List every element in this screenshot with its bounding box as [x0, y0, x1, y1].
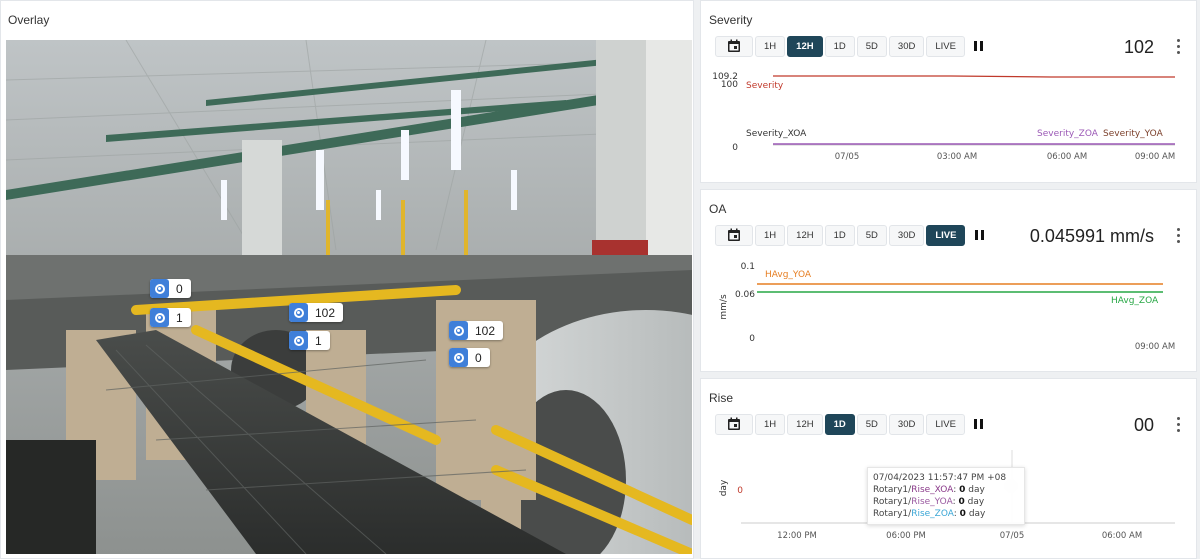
y-tick: 0	[732, 143, 738, 153]
range-12h-button[interactable]: 12H	[787, 224, 823, 246]
x-tick: 06:00 AM	[1102, 531, 1142, 541]
range-1d-button[interactable]: 1D	[824, 224, 855, 246]
factory-scene-illustration	[6, 40, 692, 554]
range-12h-button[interactable]: 12H	[787, 35, 823, 57]
y-tick: 0	[749, 334, 755, 344]
sensor-value: 1	[315, 333, 322, 348]
range-live-button[interactable]: LIVE	[926, 413, 965, 435]
severity-chart: 109.2 100 0 Severity Severity_XOA Severi…	[712, 72, 1175, 162]
tooltip-row: Rotary1/Rise_ZOA: 0 day	[873, 509, 986, 519]
range-live-button[interactable]: LIVE	[926, 224, 966, 246]
series-label-zoa: Severity_ZOA	[1037, 129, 1099, 139]
x-tick: 03:00 AM	[937, 152, 977, 162]
sensor-target-icon	[289, 303, 308, 322]
panel-title: Severity	[709, 13, 753, 27]
sensor-target-icon	[150, 279, 169, 298]
chart-tooltip: 07/04/2023 11:57:47 PM +08 Rotary1/Rise_…	[867, 467, 1025, 525]
range-30d-button[interactable]: 30D	[888, 224, 925, 246]
current-value: 102	[1123, 37, 1154, 57]
panel-title: OA	[709, 202, 727, 216]
y-tick: 100	[721, 80, 738, 90]
overlay-panel: Overlay 0 1 102 1 102 0	[0, 0, 694, 559]
rise-panel: Rise 1H 12H 1D 5D 30D LIVE 00 day 0 12:0…	[700, 378, 1197, 559]
y-axis-label: day	[719, 479, 729, 496]
overlay-title: Overlay	[8, 13, 50, 27]
sensor-value: 102	[315, 305, 336, 320]
calendar-icon	[728, 228, 740, 241]
panel-title: Rise	[709, 391, 734, 405]
pause-icon[interactable]	[971, 414, 987, 435]
y-axis-label: mm/s	[719, 294, 729, 320]
sensor-badge[interactable]: 102	[289, 303, 344, 322]
range-live-button[interactable]: LIVE	[926, 35, 965, 57]
x-tick: 09:00 AM	[1135, 342, 1175, 352]
x-tick: 06:00 AM	[1047, 152, 1087, 162]
range-5d-button[interactable]: 5D	[856, 224, 887, 246]
calendar-icon	[728, 417, 740, 430]
series-label-severity: Severity	[746, 81, 784, 91]
range-5d-button[interactable]: 5D	[856, 35, 887, 57]
x-tick: 07/05	[835, 152, 860, 162]
sensor-badge[interactable]: 1	[289, 331, 330, 350]
calendar-button[interactable]	[715, 35, 753, 57]
range-1d-button[interactable]: 1D	[824, 413, 855, 435]
time-range-toolbar: 1H 12H 1D 5D 30D LIVE	[715, 34, 987, 58]
range-5d-button[interactable]: 5D	[856, 413, 887, 435]
pause-icon[interactable]	[971, 225, 987, 246]
series-label-havg-zoa: HAvg_ZOA	[1111, 296, 1159, 306]
range-1h-button[interactable]: 1H	[755, 224, 786, 246]
calendar-icon	[728, 39, 740, 52]
sensor-target-icon	[449, 321, 468, 340]
range-12h-button[interactable]: 12H	[787, 413, 823, 435]
sensor-target-icon	[449, 348, 468, 367]
y-tick: 0.1	[741, 262, 755, 272]
sensor-value: 1	[176, 310, 183, 325]
y-tick: 0.06	[735, 290, 755, 300]
sensor-badge[interactable]: 0	[449, 348, 490, 367]
oa-chart: 0.1 0.06 0 mm/s HAvg_YOA HAvg_ZOA 09:00 …	[719, 262, 1175, 352]
x-tick: 12:00 PM	[777, 531, 817, 541]
x-tick: 07/05	[1000, 531, 1025, 541]
range-1d-button[interactable]: 1D	[824, 35, 855, 57]
factory-floor-image: 0 1 102 1 102 0	[6, 40, 692, 554]
range-1h-button[interactable]: 1H	[755, 413, 786, 435]
more-vertical-icon[interactable]	[1174, 226, 1182, 244]
severity-panel: Severity 1H 12H 1D 5D 30D LIVE 102 109.2…	[700, 0, 1197, 183]
sensor-badge[interactable]: 0	[150, 279, 191, 298]
sensor-target-icon	[289, 331, 308, 350]
sensor-value: 0	[176, 281, 183, 296]
sensor-target-icon	[150, 308, 169, 327]
series-line-severity	[773, 75, 1175, 78]
sensor-badge[interactable]: 1	[150, 308, 191, 327]
oa-panel: OA 1H 12H 1D 5D 30D LIVE 0.045991 mm/s 0…	[700, 189, 1197, 372]
range-30d-button[interactable]: 30D	[888, 35, 925, 57]
tooltip-timestamp: 07/04/2023 11:57:47 PM +08	[873, 473, 1007, 483]
tooltip-row: Rotary1/Rise_XOA: 0 day	[873, 485, 985, 495]
series-label-xoa: Severity_XOA	[746, 129, 807, 139]
series-label-havg-yoa: HAvg_YOA	[765, 270, 812, 280]
time-range-toolbar: 1H 12H 1D 5D 30D LIVE	[715, 223, 987, 247]
sensor-badge[interactable]: 102	[449, 321, 504, 340]
y-tick: 0	[737, 486, 743, 496]
x-tick: 09:00 AM	[1135, 152, 1175, 162]
sensor-value: 0	[475, 350, 482, 365]
more-vertical-icon[interactable]	[1174, 415, 1182, 433]
series-label-yoa: Severity_YOA	[1103, 129, 1164, 139]
more-vertical-icon[interactable]	[1174, 37, 1182, 55]
range-30d-button[interactable]: 30D	[888, 413, 925, 435]
sensor-value: 102	[475, 323, 496, 338]
pause-icon[interactable]	[971, 36, 987, 57]
current-value: 0.045991 mm/s	[1029, 226, 1154, 246]
range-1h-button[interactable]: 1H	[755, 35, 786, 57]
current-value: 00	[1133, 415, 1154, 435]
calendar-button[interactable]	[715, 224, 753, 246]
time-range-toolbar: 1H 12H 1D 5D 30D LIVE	[715, 412, 987, 436]
calendar-button[interactable]	[715, 413, 753, 435]
x-tick: 06:00 PM	[886, 531, 926, 541]
tooltip-row: Rotary1/Rise_YOA: 0 day	[873, 497, 985, 507]
